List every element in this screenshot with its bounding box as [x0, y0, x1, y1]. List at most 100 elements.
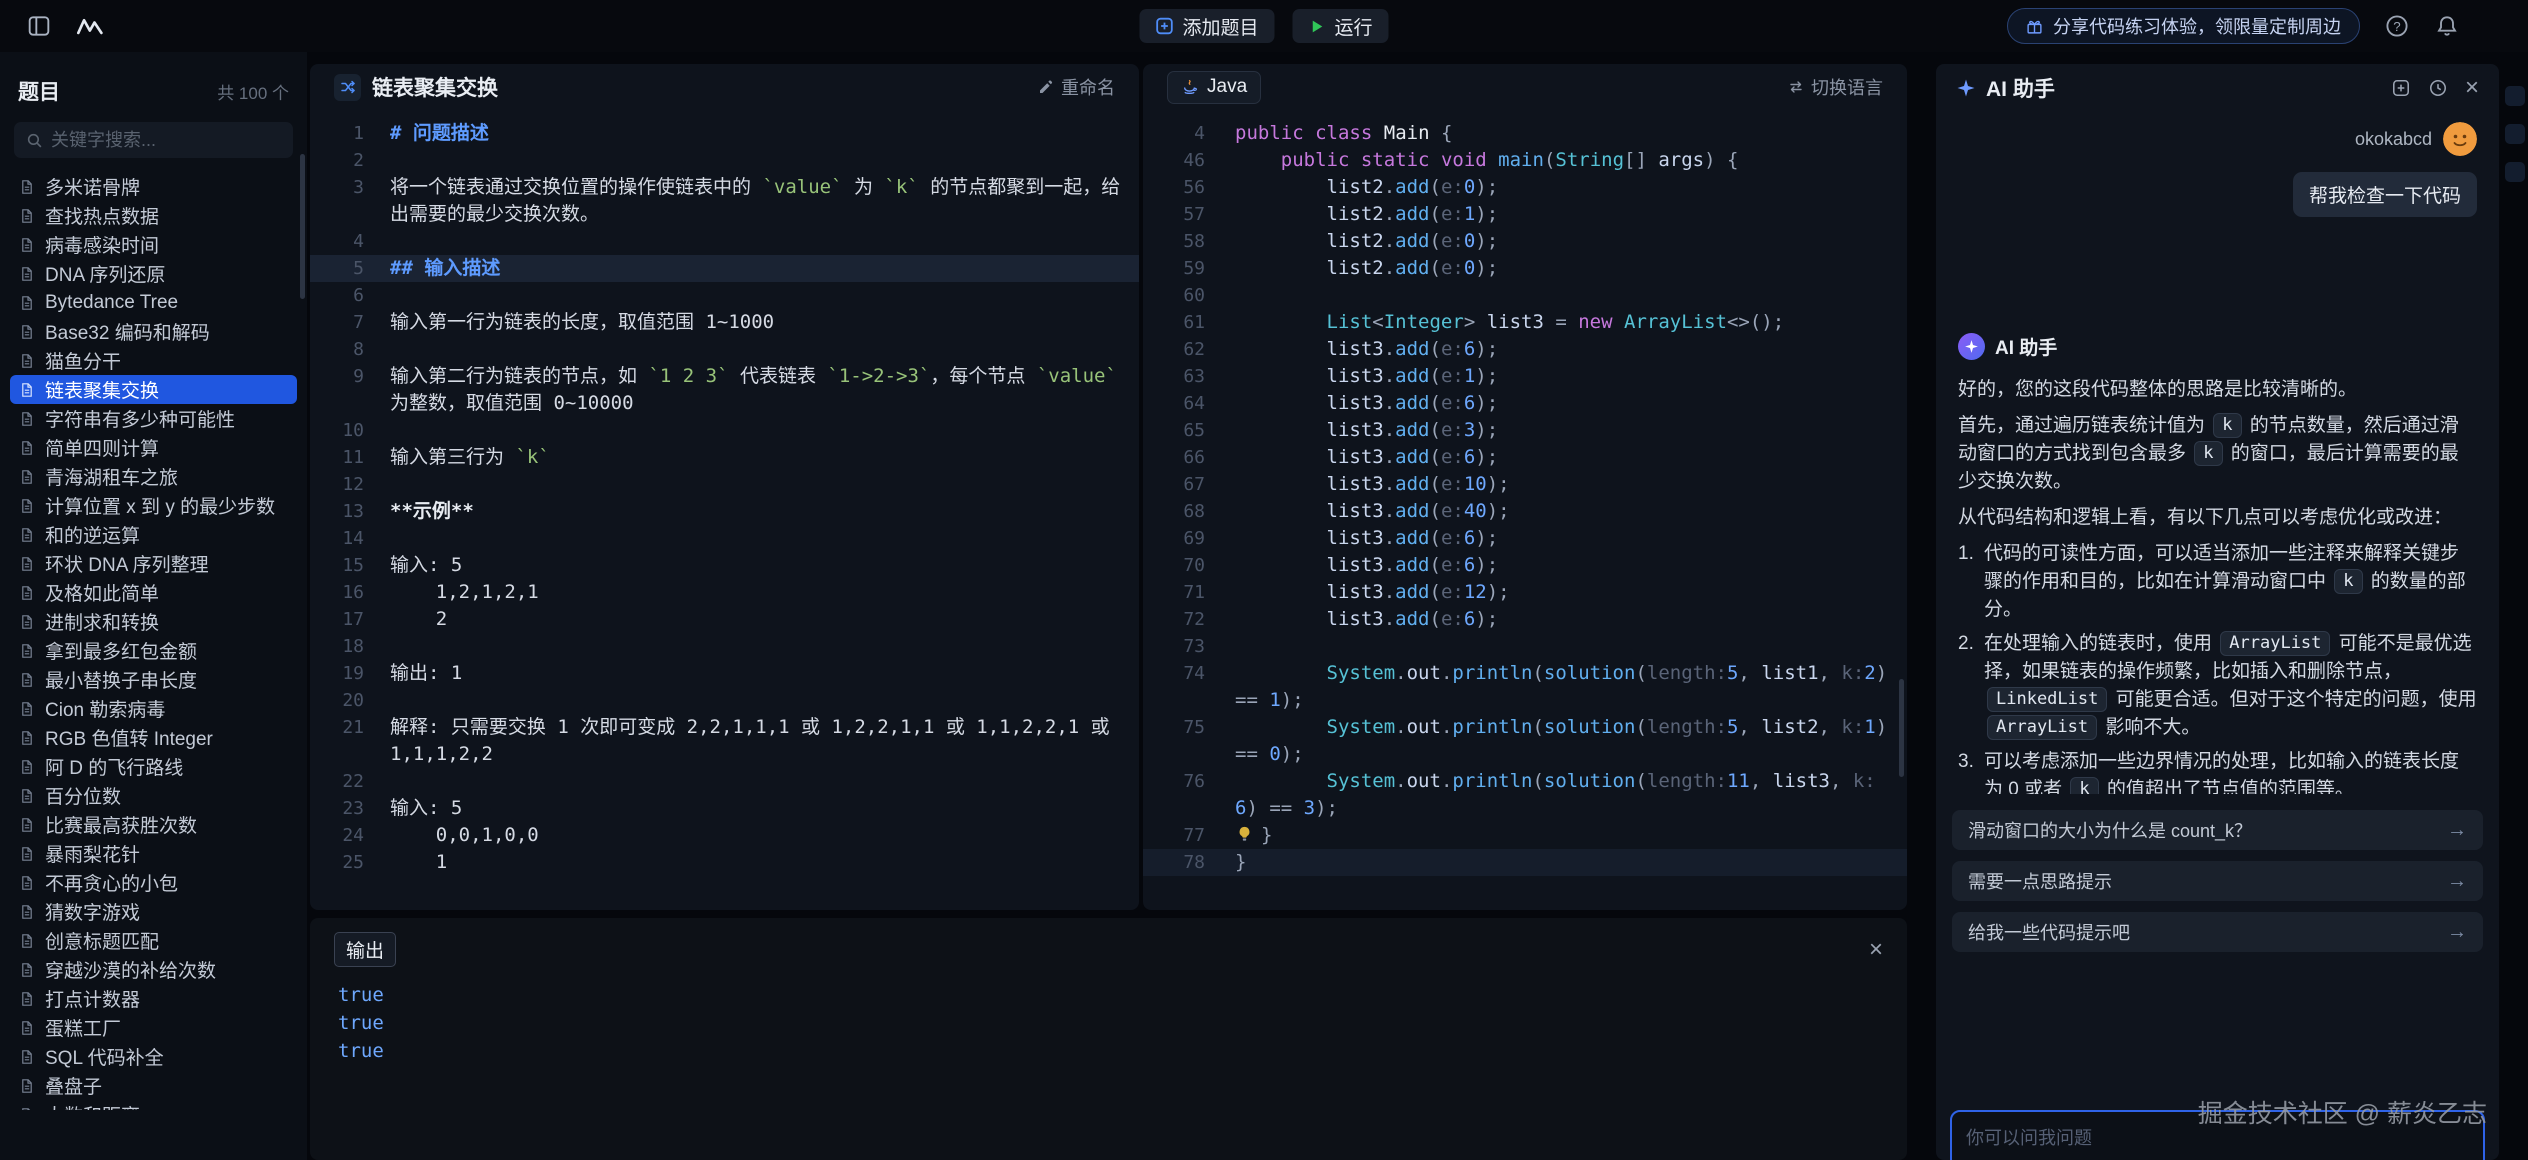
code-line[interactable]: 22: [310, 768, 1139, 795]
sidebar-item[interactable]: 大数和距离: [10, 1100, 297, 1110]
sidebar-item[interactable]: 百分位数: [10, 781, 297, 810]
code-line[interactable]: 16 1,2,1,2,1: [310, 579, 1139, 606]
sidebar-item[interactable]: 多米诺骨牌: [10, 172, 297, 201]
code-line[interactable]: 12: [310, 471, 1139, 498]
code-line[interactable]: 75 System.out.println(solution(length:5,…: [1143, 714, 1907, 768]
language-tab-java[interactable]: Java: [1167, 71, 1261, 104]
suggested-question[interactable]: 滑动窗口的大小为什么是 count_k？: [1952, 810, 2483, 850]
code-line[interactable]: 57 list2.add(e:1);: [1143, 201, 1907, 228]
code-line[interactable]: 71 list3.add(e:12);: [1143, 579, 1907, 606]
sidebar-item[interactable]: SQL 代码补全: [10, 1042, 297, 1071]
run-button[interactable]: 运行: [1293, 9, 1389, 43]
code-line[interactable]: 10: [310, 417, 1139, 444]
code-line[interactable]: 8: [310, 336, 1139, 363]
sidebar-item[interactable]: 穿越沙漠的补给次数: [10, 955, 297, 984]
sidebar-item[interactable]: 创意标题匹配: [10, 926, 297, 955]
close-output-icon[interactable]: [1869, 938, 1883, 962]
code-line[interactable]: 23输入: 5: [310, 795, 1139, 822]
code-line[interactable]: 59 list2.add(e:0);: [1143, 255, 1907, 282]
sidebar-item[interactable]: 暴雨梨花针: [10, 839, 297, 868]
code-line[interactable]: 63 list3.add(e:1);: [1143, 363, 1907, 390]
code-line[interactable]: 67 list3.add(e:10);: [1143, 471, 1907, 498]
code-line[interactable]: 5## 输入描述: [310, 255, 1139, 282]
code-line[interactable]: 1# 问题描述: [310, 120, 1139, 147]
code-line[interactable]: 6: [310, 282, 1139, 309]
sidebar-item[interactable]: 链表聚集交换: [10, 375, 297, 404]
sidebar-item[interactable]: 阿 D 的飞行路线: [10, 752, 297, 781]
code-line[interactable]: 76 System.out.println(solution(length:11…: [1143, 768, 1907, 822]
code-line[interactable]: 64 list3.add(e:6);: [1143, 390, 1907, 417]
sidebar-item[interactable]: 叠盘子: [10, 1071, 297, 1100]
sidebar-item[interactable]: 比赛最高获胜次数: [10, 810, 297, 839]
sidebar-item[interactable]: Bytedance Tree: [10, 288, 297, 317]
close-ai-panel-icon[interactable]: [2465, 76, 2479, 100]
edge-widget-icon[interactable]: [2505, 124, 2525, 144]
sidebar-item[interactable]: 猜数字游戏: [10, 897, 297, 926]
code-line[interactable]: 73: [1143, 633, 1907, 660]
code-line[interactable]: 17 2: [310, 606, 1139, 633]
editor-scrollbar[interactable]: [1899, 679, 1904, 777]
code-line[interactable]: 74 System.out.println(solution(length:5,…: [1143, 660, 1907, 714]
java-code-editor[interactable]: 4public class Main {46 public static voi…: [1143, 110, 1907, 876]
sidebar-item[interactable]: 简单四则计算: [10, 433, 297, 462]
code-line[interactable]: 18: [310, 633, 1139, 660]
sidebar-item[interactable]: 不再贪心的小包: [10, 868, 297, 897]
suggested-question[interactable]: 需要一点思路提示: [1952, 861, 2483, 901]
lightbulb-icon[interactable]: [1235, 825, 1254, 844]
code-line[interactable]: 78}: [1143, 849, 1907, 876]
code-line[interactable]: 11输入第三行为 `k`: [310, 444, 1139, 471]
history-icon[interactable]: [2428, 78, 2448, 98]
code-line[interactable]: 72 list3.add(e:6);: [1143, 606, 1907, 633]
sidebar-item[interactable]: Base32 编码和解码: [10, 317, 297, 346]
sidebar-item[interactable]: Cion 勒索病毒: [10, 694, 297, 723]
add-problem-button[interactable]: 添加题目: [1139, 9, 1274, 43]
sidebar-item[interactable]: RGB 色值转 Integer: [10, 723, 297, 752]
code-line[interactable]: 4public class Main {: [1143, 120, 1907, 147]
suggested-question[interactable]: 给我一些代码提示吧: [1952, 912, 2483, 952]
code-line[interactable]: 65 list3.add(e:3);: [1143, 417, 1907, 444]
sidebar-item[interactable]: 计算位置 x 到 y 的最少步数: [10, 491, 297, 520]
code-line[interactable]: 61 List<Integer> list3 = new ArrayList<>…: [1143, 309, 1907, 336]
code-line[interactable]: 4: [310, 228, 1139, 255]
problem-description-editor[interactable]: 1# 问题描述23将一个链表通过交换位置的操作使链表中的 `value` 为 `…: [310, 110, 1139, 876]
code-line[interactable]: 70 list3.add(e:6);: [1143, 552, 1907, 579]
code-line[interactable]: 62 list3.add(e:6);: [1143, 336, 1907, 363]
sidebar-scrollbar[interactable]: [300, 154, 305, 299]
help-icon[interactable]: ?: [2384, 13, 2410, 39]
sidebar-item[interactable]: 最小替换子串长度: [10, 665, 297, 694]
sidebar-item[interactable]: 青海湖租车之旅: [10, 462, 297, 491]
sidebar-item[interactable]: 环状 DNA 序列整理: [10, 549, 297, 578]
app-logo[interactable]: [76, 11, 106, 41]
code-line[interactable]: 19输出: 1: [310, 660, 1139, 687]
sidebar-item[interactable]: 字符串有多少种可能性: [10, 404, 297, 433]
switch-language-button[interactable]: 切换语言: [1788, 74, 1883, 100]
code-line[interactable]: 21解释: 只需要交换 1 次即可变成 2,2,1,1,1 或 1,2,2,1,…: [310, 714, 1139, 768]
sidebar-item[interactable]: 病毒感染时间: [10, 230, 297, 259]
code-line[interactable]: 56 list2.add(e:0);: [1143, 174, 1907, 201]
edge-widget-icon[interactable]: [2505, 86, 2525, 106]
rename-button[interactable]: 重命名: [1038, 74, 1115, 100]
code-line[interactable]: 25 1: [310, 849, 1139, 876]
promo-banner[interactable]: 分享代码练习体验，领限量定制周边: [2007, 8, 2360, 44]
sidebar-item[interactable]: 进制求和转换: [10, 607, 297, 636]
code-line[interactable]: 13**示例**: [310, 498, 1139, 525]
code-line[interactable]: 14: [310, 525, 1139, 552]
code-line[interactable]: 46 public static void main(String[] args…: [1143, 147, 1907, 174]
sidebar-item[interactable]: 猫鱼分干: [10, 346, 297, 375]
code-line[interactable]: 2: [310, 147, 1139, 174]
sidebar-item[interactable]: 查找热点数据: [10, 201, 297, 230]
code-line[interactable]: 24 0,0,1,0,0: [310, 822, 1139, 849]
ai-conversation[interactable]: okokabcd 帮我检查一下代码 AI 助手 好的，您的这段代码整体的思路是比…: [1958, 116, 2477, 794]
sidebar-item[interactable]: 打点计数器: [10, 984, 297, 1013]
sidebar-toggle-icon[interactable]: [24, 11, 54, 41]
bell-icon[interactable]: [2434, 13, 2460, 39]
code-line[interactable]: 77}: [1143, 822, 1907, 849]
sidebar-item[interactable]: 蛋糕工厂: [10, 1013, 297, 1042]
edge-widget-icon[interactable]: [2505, 162, 2525, 182]
sidebar-item[interactable]: 及格如此简单: [10, 578, 297, 607]
code-line[interactable]: 66 list3.add(e:6);: [1143, 444, 1907, 471]
code-line[interactable]: 60: [1143, 282, 1907, 309]
sidebar-item[interactable]: 和的逆运算: [10, 520, 297, 549]
sidebar-item[interactable]: 拿到最多红包金额: [10, 636, 297, 665]
search-box[interactable]: [14, 122, 293, 158]
